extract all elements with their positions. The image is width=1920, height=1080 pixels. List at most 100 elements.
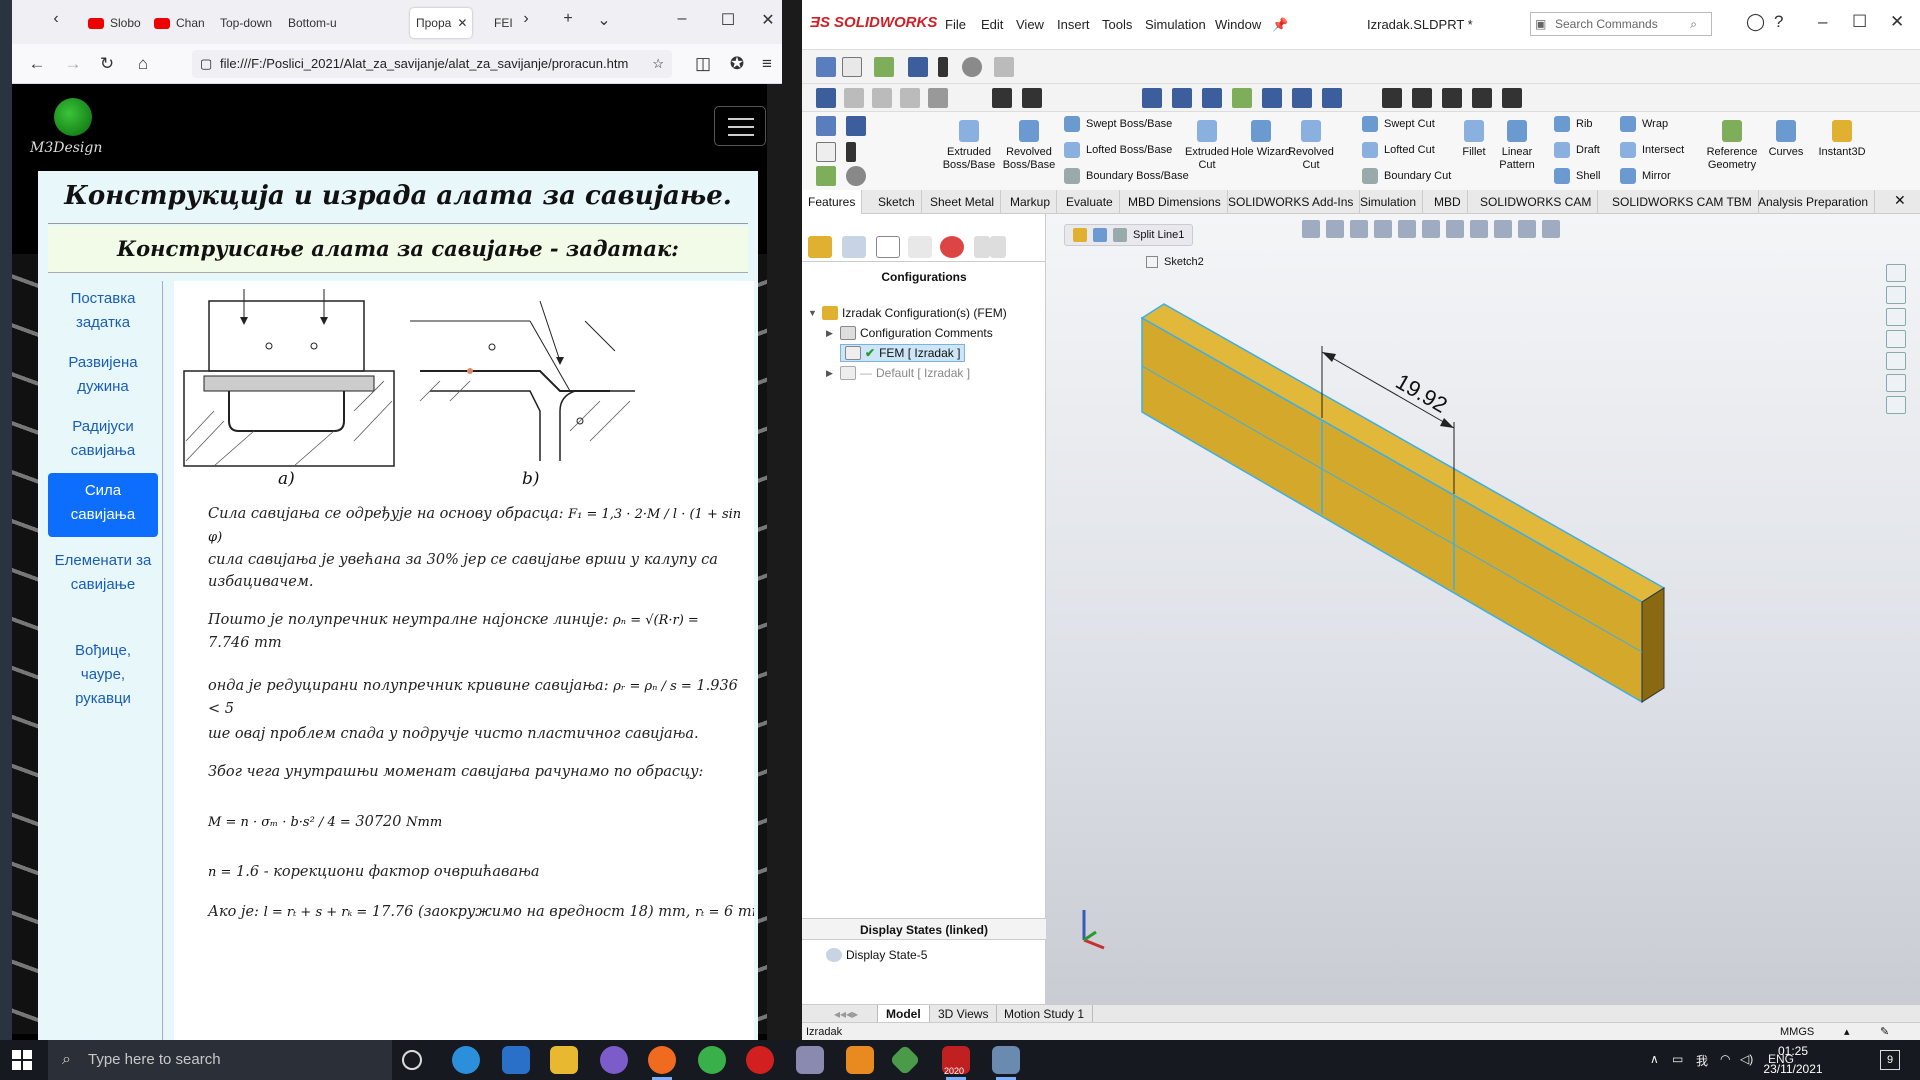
- tab-scroll-right-icon[interactable]: ›: [516, 10, 536, 28]
- solidworks-taskbar-icon[interactable]: 2020: [942, 1046, 970, 1080]
- browser-tab[interactable]: Chan: [148, 8, 210, 38]
- file-explorer-icon[interactable]: [1886, 330, 1906, 348]
- back-icon[interactable]: ←: [26, 54, 48, 74]
- bookmark-star-icon[interactable]: ☆: [652, 50, 664, 78]
- tab-sketch[interactable]: Sketch: [872, 190, 922, 214]
- viber-icon[interactable]: [600, 1046, 628, 1074]
- tool-icon[interactable]: [1262, 88, 1282, 108]
- page-scrollbar[interactable]: [767, 84, 782, 1040]
- new-tab-icon[interactable]: +: [558, 10, 578, 28]
- expand-icon[interactable]: ▶: [826, 368, 836, 379]
- new-document-icon[interactable]: [842, 57, 862, 77]
- volume-icon[interactable]: ◁): [1740, 1052, 1753, 1066]
- swept-boss-button[interactable]: Swept Boss/Base: [1064, 116, 1172, 132]
- tree-root-configurations[interactable]: ▼ Izradak Configuration(s) (FEM): [808, 306, 1007, 320]
- dimxpert-tab-icon[interactable]: [908, 236, 932, 258]
- part-end-face[interactable]: [1641, 587, 1665, 703]
- revolved-boss-button[interactable]: Revolved Boss/Base: [998, 120, 1060, 172]
- undo-icon[interactable]: [994, 57, 1014, 77]
- menu-view[interactable]: View: [1016, 17, 1044, 32]
- open-icon[interactable]: [816, 166, 836, 186]
- tool-icon[interactable]: [1472, 88, 1492, 108]
- part-model-svg[interactable]: 19.92: [1046, 214, 1920, 1004]
- user-icon[interactable]: ◯: [1746, 12, 1765, 32]
- extensions-icon[interactable]: ✪: [726, 54, 748, 74]
- tab-3d-views[interactable]: 3D Views: [930, 1005, 998, 1023]
- custom-properties-icon[interactable]: [1886, 396, 1906, 414]
- tree-item-fem-config[interactable]: ✔ FEM [ Izradak ]: [840, 344, 966, 362]
- browser-tab-active[interactable]: Прора ✕: [410, 8, 472, 38]
- url-bar[interactable]: ▢ file:///F:/Poslici_2021/Alat_za_savija…: [192, 50, 672, 78]
- appearances-icon[interactable]: [1886, 374, 1906, 392]
- menu-simulation[interactable]: Simulation: [1145, 17, 1206, 32]
- extruded-cut-button[interactable]: Extruded Cut: [1176, 120, 1238, 172]
- design-library-icon[interactable]: [1886, 308, 1906, 326]
- open-icon[interactable]: [874, 57, 894, 77]
- tool-icon[interactable]: [1322, 88, 1342, 108]
- hamburger-menu-button[interactable]: [714, 106, 766, 146]
- file-explorer-icon[interactable]: [550, 1046, 578, 1074]
- tab-mbd-dimensions[interactable]: MBD Dimensions: [1122, 190, 1228, 214]
- tool-icon[interactable]: [1022, 88, 1042, 108]
- help-icon[interactable]: ?: [1774, 12, 1783, 32]
- tool-icon[interactable]: [1502, 88, 1522, 108]
- extruded-boss-button[interactable]: Extruded Boss/Base: [938, 120, 1000, 172]
- browser-tab[interactable]: Bottom-u: [282, 8, 344, 38]
- menu-window[interactable]: Window: [1215, 17, 1261, 32]
- tab-sheet-metal[interactable]: Sheet Metal: [924, 190, 1002, 214]
- boundary-cut-button[interactable]: Boundary Cut: [1362, 168, 1451, 184]
- close-tab-icon[interactable]: ✕: [457, 16, 467, 30]
- draft-button[interactable]: Draft: [1554, 142, 1600, 158]
- save-icon[interactable]: [908, 57, 928, 77]
- minimize-icon[interactable]: –: [1818, 12, 1827, 32]
- new-document-icon[interactable]: [816, 142, 836, 162]
- search-icon[interactable]: ⌕: [1690, 13, 1697, 35]
- nav-item-developed-length[interactable]: Развијена дужина: [48, 345, 158, 405]
- property-manager-tab-icon[interactable]: [842, 236, 866, 258]
- close-window-icon[interactable]: ✕: [758, 10, 778, 30]
- lofted-cut-button[interactable]: Lofted Cut: [1362, 142, 1435, 158]
- expand-icon[interactable]: ▶: [826, 328, 836, 339]
- units-selector[interactable]: MMGS: [1780, 1023, 1814, 1040]
- nav-item-bending-radii[interactable]: Радијуси савијања: [48, 409, 158, 469]
- tool-icon[interactable]: [1292, 88, 1312, 108]
- fillet-button[interactable]: Fillet: [1458, 120, 1490, 159]
- tab-cam-tbm[interactable]: SOLIDWORKS CAM TBM: [1606, 190, 1759, 214]
- tool-icon[interactable]: [1232, 88, 1252, 108]
- tool-icon[interactable]: [1382, 88, 1402, 108]
- tool-icon[interactable]: [1202, 88, 1222, 108]
- revolved-cut-button[interactable]: Revolved Cut: [1280, 120, 1342, 172]
- tab-mbd[interactable]: MBD: [1428, 190, 1468, 214]
- tab-cam[interactable]: SOLIDWORKS CAM: [1474, 190, 1599, 214]
- tab-scroll-right-icon[interactable]: [990, 236, 1006, 258]
- taskbar-search-input[interactable]: ⌕ Type here to search: [48, 1040, 392, 1080]
- home-icon[interactable]: ⌂: [132, 54, 154, 74]
- display-manager-tab-icon[interactable]: [940, 236, 964, 258]
- display-state-item[interactable]: Display State-5: [826, 948, 927, 962]
- tool-icon[interactable]: [872, 88, 892, 108]
- boundary-boss-button[interactable]: Boundary Boss/Base: [1064, 168, 1189, 184]
- firefox-icon[interactable]: [648, 1046, 676, 1080]
- forward-icon[interactable]: →: [62, 54, 84, 74]
- units-dropdown-icon[interactable]: ▴: [1844, 1023, 1850, 1040]
- swept-cut-button[interactable]: Swept Cut: [1362, 116, 1435, 132]
- home-task-icon[interactable]: [1886, 264, 1906, 282]
- menu-tools[interactable]: Tools: [1102, 17, 1132, 32]
- solidworks-logo[interactable]: ƎS SOLIDWORKS: [810, 14, 937, 31]
- tab-motion-study[interactable]: Motion Study 1: [996, 1005, 1094, 1023]
- search-commands-input[interactable]: ▣ Search Commands ⌕: [1530, 12, 1712, 36]
- tab-scroll-left-icon[interactable]: [974, 236, 990, 258]
- tool-icon[interactable]: [844, 88, 864, 108]
- options-gear-icon[interactable]: [846, 166, 866, 186]
- windows-start-icon[interactable]: [12, 1050, 32, 1070]
- nav-item-guides[interactable]: Вођице, чауре, рукавци: [48, 633, 158, 717]
- dimension-value[interactable]: 19.92: [1392, 369, 1452, 418]
- site-logo[interactable]: M3Design: [22, 96, 122, 156]
- lofted-boss-button[interactable]: Lofted Boss/Base: [1064, 142, 1172, 158]
- part-front-face[interactable]: [1141, 316, 1643, 704]
- instant3d-button[interactable]: Instant3D: [1812, 120, 1872, 159]
- close-window-icon[interactable]: ✕: [1890, 12, 1904, 32]
- close-icon[interactable]: ✕: [1894, 192, 1906, 209]
- traffic-light-icon[interactable]: [846, 142, 856, 162]
- resources-icon[interactable]: [1886, 286, 1906, 304]
